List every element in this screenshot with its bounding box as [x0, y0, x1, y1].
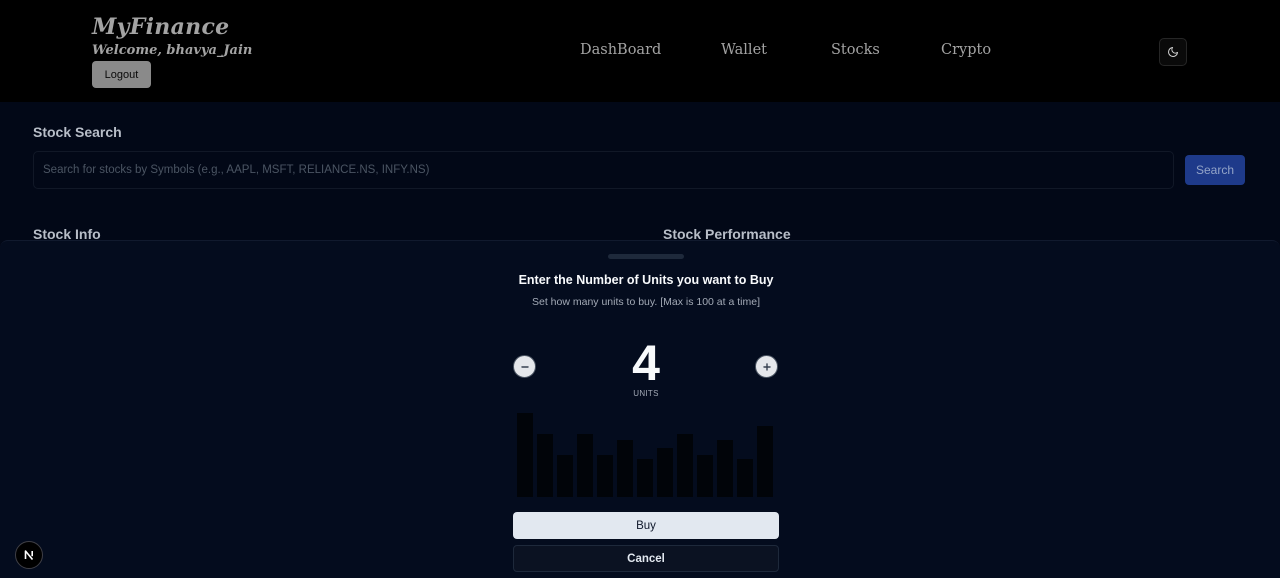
units-bar: [737, 459, 753, 497]
units-bar-graph: [517, 409, 773, 497]
units-bar: [697, 455, 713, 497]
units-label: UNITS: [633, 389, 659, 398]
search-button[interactable]: Search: [1185, 155, 1245, 185]
buy-button[interactable]: Buy: [513, 512, 779, 539]
units-bar: [757, 426, 773, 497]
units-bar: [577, 434, 593, 497]
plus-icon: [762, 362, 771, 371]
nav-stocks[interactable]: Stocks: [831, 42, 880, 58]
units-bar: [717, 440, 733, 497]
minus-icon: [520, 365, 529, 368]
cancel-button[interactable]: Cancel: [513, 545, 779, 572]
welcome-text: Welcome, bhavya_Jain: [92, 43, 253, 58]
units-bar: [537, 434, 553, 497]
units-bar: [657, 448, 673, 497]
logout-button[interactable]: Logout: [92, 61, 151, 88]
units-value: 4: [632, 335, 660, 391]
units-bar: [517, 413, 533, 497]
nav-dashboard[interactable]: DashBoard: [580, 42, 661, 58]
units-bar: [637, 459, 653, 497]
drawer-drag-handle[interactable]: [608, 254, 684, 259]
theme-toggle-button[interactable]: [1159, 38, 1187, 66]
units-bar: [557, 455, 573, 497]
decrement-units-button[interactable]: [513, 355, 536, 378]
drawer-description: Set how many units to buy. [Max is 100 a…: [532, 296, 760, 308]
increment-units-button[interactable]: [755, 355, 778, 378]
units-bar: [677, 434, 693, 497]
moon-icon: [1168, 47, 1178, 57]
stock-search-title: Stock Search: [33, 124, 122, 140]
units-bar: [597, 455, 613, 497]
stock-search-input[interactable]: [33, 151, 1174, 189]
buy-units-drawer: Enter the Number of Units you want to Bu…: [0, 240, 1280, 578]
nextjs-logo-icon[interactable]: [15, 541, 43, 569]
nav-wallet[interactable]: Wallet: [721, 42, 767, 58]
brand-logo-text[interactable]: MyFinance: [92, 14, 229, 40]
top-header: MyFinance Welcome, bhavya_Jain Logout Da…: [0, 0, 1280, 102]
drawer-title: Enter the Number of Units you want to Bu…: [518, 273, 774, 287]
nav-crypto[interactable]: Crypto: [941, 42, 991, 58]
units-bar: [617, 440, 633, 497]
